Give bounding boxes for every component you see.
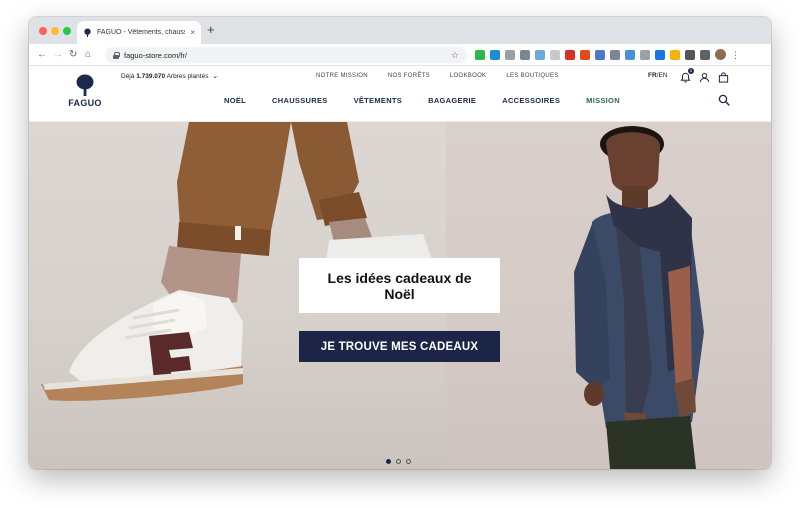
- counter-prefix: Déjà: [121, 73, 135, 80]
- user-icon[interactable]: [699, 70, 710, 83]
- browser-window: FAGUO - Vêtements, chaussur × + ← → ↻ ⌂ …: [29, 17, 771, 469]
- language-switch: FR/EN: [648, 72, 668, 79]
- promo-card: Les idées cadeaux de Noël: [299, 258, 500, 313]
- home-icon[interactable]: ⌂: [85, 48, 91, 62]
- find-gifts-button[interactable]: JE TROUVE MES CADEAUX: [299, 331, 500, 362]
- top-nav: NOTRE MISSION NOS FORÊTS LOOKBOOK LES BO…: [316, 73, 559, 79]
- extension-icon[interactable]: [670, 49, 680, 60]
- nav-chaussures[interactable]: CHAUSSURES: [272, 96, 328, 105]
- extensions-bar: ⋮: [475, 49, 740, 60]
- extension-icon[interactable]: [610, 49, 620, 60]
- hero-carousel: Les idées cadeaux de Noël JE TROUVE MES …: [29, 122, 771, 469]
- tab-strip: FAGUO - Vêtements, chaussur × +: [29, 17, 771, 44]
- nav-mission[interactable]: MISSION: [586, 96, 620, 105]
- extension-icon[interactable]: [475, 49, 485, 60]
- faguo-logo[interactable]: FAGUO: [65, 74, 105, 108]
- extension-icon[interactable]: [580, 49, 590, 60]
- main-nav: NOËL CHAUSSURES VÊTEMENTS BAGAGERIE ACCE…: [224, 96, 646, 105]
- minimize-window-button[interactable]: [51, 27, 59, 35]
- nav-noel[interactable]: NOËL: [224, 96, 246, 105]
- carousel-dots: [386, 459, 411, 464]
- nav-bagagerie[interactable]: BAGAGERIE: [428, 96, 476, 105]
- chevron-down-icon: ⌄: [212, 73, 219, 80]
- extension-icon[interactable]: [490, 49, 500, 60]
- user-shape: [699, 72, 710, 83]
- cart-icon[interactable]: [718, 70, 729, 83]
- carousel-dot-2[interactable]: [396, 459, 401, 464]
- carousel-dot-3[interactable]: [406, 459, 411, 464]
- promo-title: Les idées cadeaux de Noël: [327, 269, 472, 302]
- extension-icon[interactable]: [520, 49, 530, 60]
- tab-title: FAGUO - Vêtements, chaussur: [97, 29, 186, 36]
- lang-en[interactable]: EN: [658, 72, 667, 79]
- counter-value: 1.739.070: [136, 73, 166, 80]
- maximize-window-button[interactable]: [63, 27, 71, 35]
- profile-avatar-icon[interactable]: [715, 49, 726, 60]
- url-text: faguo-store.com/fr/: [124, 50, 187, 60]
- back-icon[interactable]: ←: [37, 48, 47, 62]
- extension-icon[interactable]: [535, 49, 545, 60]
- reload-icon[interactable]: ↻: [69, 48, 77, 62]
- search-icon[interactable]: [718, 94, 730, 106]
- notification-badge: 1: [688, 68, 694, 74]
- tab-close-icon[interactable]: ×: [190, 28, 195, 37]
- tree-logo-icon: [76, 74, 94, 96]
- extension-icon[interactable]: [625, 49, 635, 60]
- trees-planted-counter[interactable]: Déjà 1.739.070 Arbres plantés ⌄: [121, 72, 218, 80]
- tree-favicon-icon: [84, 28, 91, 37]
- topnav-lookbook[interactable]: LOOKBOOK: [450, 73, 486, 79]
- extension-icon[interactable]: [505, 49, 515, 60]
- bag-shape: [718, 72, 729, 83]
- browser-toolbar: ← → ↻ ⌂ faguo-store.com/fr/ ☆ ⋮: [29, 44, 771, 66]
- topnav-les-boutiques[interactable]: LES BOUTIQUES: [506, 73, 558, 79]
- browser-tab[interactable]: FAGUO - Vêtements, chaussur ×: [77, 21, 201, 44]
- extension-icon[interactable]: [595, 49, 605, 60]
- topnav-nos-forets[interactable]: NOS FORÊTS: [388, 73, 430, 79]
- nav-accessoires[interactable]: ACCESSOIRES: [502, 96, 560, 105]
- counter-suffix: Arbres plantés: [166, 73, 209, 80]
- extension-icon[interactable]: [700, 49, 710, 60]
- bell-icon[interactable]: 1: [680, 68, 694, 83]
- site-header: FAGUO Déjà 1.739.070 Arbres plantés ⌄ NO…: [29, 66, 771, 122]
- extension-icon[interactable]: [640, 49, 650, 60]
- nav-vetements[interactable]: VÊTEMENTS: [354, 96, 403, 105]
- header-icons: 1: [680, 68, 729, 83]
- forward-icon[interactable]: →: [53, 48, 63, 62]
- topnav-notre-mission[interactable]: NOTRE MISSION: [316, 73, 368, 79]
- carousel-dot-1[interactable]: [386, 459, 391, 464]
- extension-icon[interactable]: [655, 49, 665, 60]
- logo-text: FAGUO: [68, 98, 102, 108]
- bookmark-star-icon[interactable]: ☆: [451, 50, 459, 61]
- browser-menu-icon[interactable]: ⋮: [731, 50, 740, 60]
- extension-icon[interactable]: [685, 49, 695, 60]
- extension-icon[interactable]: [565, 49, 575, 60]
- lock-icon: [113, 51, 120, 59]
- extension-icon[interactable]: [550, 49, 560, 60]
- address-bar[interactable]: faguo-store.com/fr/ ☆: [105, 47, 467, 63]
- close-window-button[interactable]: [39, 27, 47, 35]
- lang-fr[interactable]: FR: [648, 72, 657, 79]
- new-tab-button[interactable]: +: [207, 23, 215, 37]
